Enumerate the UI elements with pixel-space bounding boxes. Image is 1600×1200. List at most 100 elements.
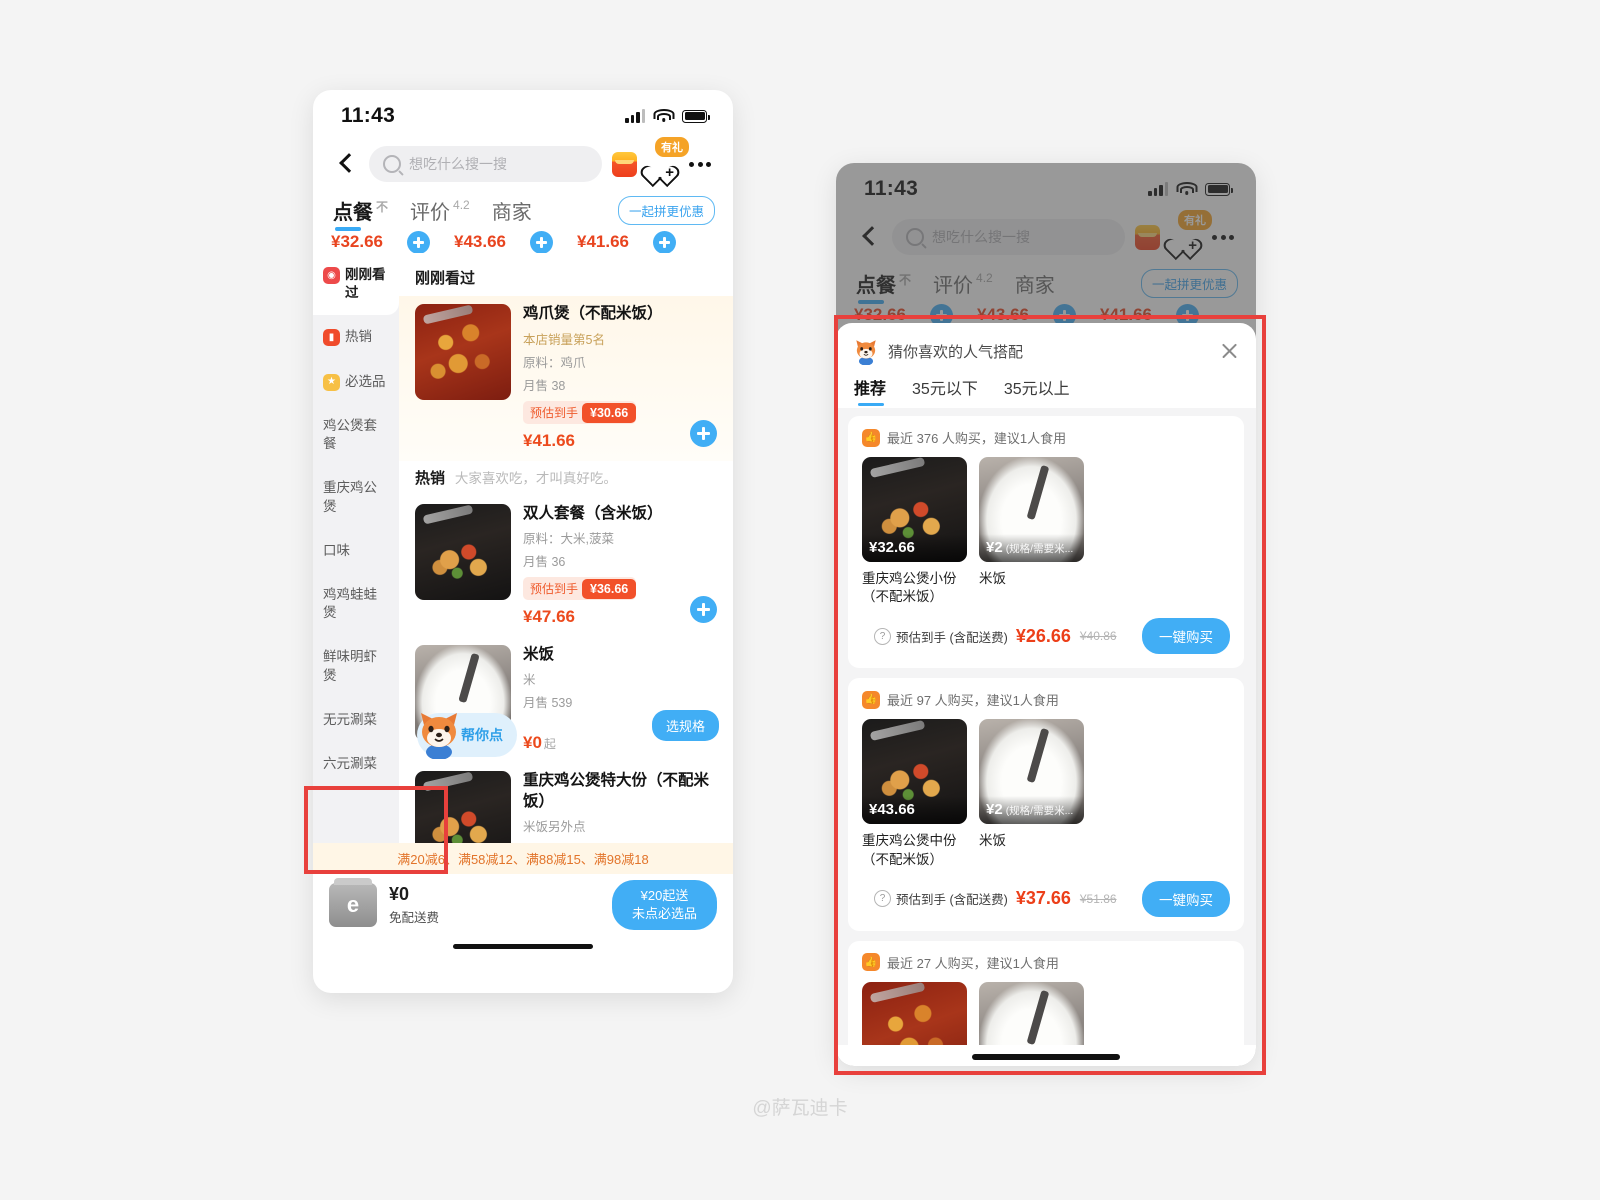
sidebar-item-frog[interactable]: 鸡鸡蛙蛙煲 [313,573,399,635]
tab-order-label: 点餐 [333,202,373,224]
tab-reviews[interactable]: 评价 4.2 [410,196,470,233]
thumbs-up-icon: 👍 [862,428,880,447]
red-packet-icon[interactable] [612,151,637,177]
dish-image [415,504,511,601]
heart-plus-icon: + [637,157,683,188]
sidebar-item-label: 重庆鸡公煲 [323,480,377,514]
sidebar-item-veg-six[interactable]: 六元涮菜 [313,742,399,786]
screenshot-canvas: 11:43 想吃什么搜一搜 有礼 + 点餐 不 评价 4.2 商家 一起拼更优惠… [0,0,1600,1200]
combo-footer-original: ¥51.86 [1079,891,1117,906]
combo-images [862,981,1230,1045]
add-icon[interactable] [653,231,676,253]
dish-monthly-sales: 月售 38 [523,379,566,394]
combo-footer-original: ¥40.86 [1079,629,1117,644]
sheet-tab-under-35[interactable]: 35元以下 [912,375,978,408]
combo-names: 重庆鸡公煲小份（不配米饭） 米饭 [862,570,1230,606]
tab-reviews-rating: 4.2 [453,198,470,212]
add-to-cart-icon[interactable] [690,420,717,448]
dish-price: ¥0 [523,733,542,753]
question-icon[interactable]: ? [874,890,891,908]
favorite-badge: 有礼 [655,137,689,157]
sheet-tab-over-35[interactable]: 35元以上 [1004,375,1070,408]
search-input[interactable]: 想吃什么搜一搜 [369,146,602,182]
cart-icon[interactable]: e [329,878,377,927]
section-heading: 热销 大家喜欢吃，才叫真好吃。 [399,461,733,496]
cellular-signal-icon [625,109,645,123]
dish-row[interactable]: 双人套餐（含米饭） 原料：大米,菠菜 月售 36 预估到手 ¥36.66 ¥47… [399,496,733,637]
dish-row[interactable]: 重庆鸡公煲特大份（不配米饭） 米饭另外点 [399,763,733,843]
one-click-buy-button[interactable]: 一键购买 [1142,618,1230,655]
dish-estimate-badge: 预估到手 ¥36.66 [523,577,637,601]
sidebar-item-chongqing[interactable]: 重庆鸡公煲 [313,466,399,528]
search-icon [383,155,401,173]
sidebar-item-combo[interactable]: 鸡公煲套餐 [313,404,399,466]
sidebar-item-must[interactable]: ★ 必选品 [313,360,399,404]
combo-footer: ? 预估到手 (含配送费) ¥26.66 ¥40.86 一键购买 [862,618,1230,655]
combo-item-price: ¥32.66 [869,539,915,556]
chevron-left-icon[interactable] [333,151,359,177]
dish-price-suffix: 起 [543,737,556,752]
sidebar-item-recent[interactable]: ◉ 刚刚看过 [313,253,399,316]
status-time: 11:43 [341,104,396,127]
favorite-button[interactable]: 有礼 + [637,137,689,188]
sidebar-item-flavor[interactable]: 口味 [313,529,399,573]
combo-meta-text: 最近 27 人购买，建议1人食用 [887,955,1059,971]
dish-name: 鸡爪煲（不配米饭） [523,305,663,322]
more-dots-icon[interactable] [687,161,713,167]
clipped-price-1: ¥32.66 [331,232,383,251]
clipped-price-strip: ¥32.66 ¥43.66 ¥41.66 [313,231,733,253]
combo-item-price-tag: ¥32.66 [862,534,967,562]
sidebar-item-label: 鸡公煲套餐 [323,417,377,452]
wifi-icon [653,109,674,123]
phone-screen-left: 11:43 想吃什么搜一搜 有礼 + 点餐 不 评价 4.2 商家 一起拼更优惠… [313,90,733,993]
sheet-tab-recommended[interactable]: 推荐 [854,375,886,408]
dish-list: 刚刚看过 鸡爪煲（不配米饭） 本店销量第5名 原料：鸡爪 月售 38 预估到手 … [399,253,733,843]
combo-item-name: 重庆鸡公煲小份（不配米饭） [862,571,957,605]
checkout-button[interactable]: ¥20起送 未点必选品 [611,879,717,931]
dish-row[interactable]: 鸡爪煲（不配米饭） 本店销量第5名 原料：鸡爪 月售 38 预估到手 ¥30.6… [399,296,733,462]
sidebar-item-shrimp[interactable]: 鲜味明虾煲 [313,635,399,697]
add-icon[interactable] [407,231,430,253]
dish-image [415,304,511,400]
combo-item-image [862,981,967,1045]
group-buy-button[interactable]: 一起拼更优惠 [617,196,715,225]
question-icon[interactable]: ? [874,627,891,645]
promotion-strip: 满20减6、满58减12、满88减15、满98减18 [313,843,733,874]
tab-merchant[interactable]: 商家 [492,196,532,233]
assistant-help-chip[interactable]: 帮你点 [417,713,517,759]
menu-body: ◉ 刚刚看过 ▮ 热销 ★ 必选品 鸡公煲套餐 重庆鸡公煲 口味 鸡鸡蛙蛙煲 鲜… [313,253,733,843]
thumbs-up-icon: 👍 [862,953,880,972]
battery-icon [682,109,710,123]
section-subtitle: 大家喜欢吃，才叫真好吃。 [454,471,617,487]
delivery-fee-amount: ¥0 [389,884,410,904]
sidebar-item-veg-free[interactable]: 无元涮菜 [313,698,399,742]
tab-order[interactable]: 点餐 不 [333,196,388,233]
combo-card[interactable]: 👍 最近 27 人购买，建议1人食用 [848,940,1244,1045]
combo-footer-price: ¥26.66 [1015,625,1071,646]
combo-images: ¥32.66 ¥2 (规格/需要米... [862,457,1230,562]
combo-meta-text: 最近 376 人购买，建议1人食用 [887,431,1067,446]
section-title: 热销 [415,470,446,488]
sidebar-item-label: 必选品 [345,373,386,389]
assistant-chip-label: 帮你点 [461,727,503,743]
combo-card[interactable]: 👍 最近 97 人购买，建议1人食用 ¥43.66 ¥2 (规格/需要米... … [848,678,1244,931]
select-spec-button[interactable]: 选规格 [651,710,719,742]
combo-item-name: 米饭 [979,833,1006,849]
sidebar-item-label: 鸡鸡蛙蛙煲 [323,586,377,621]
combo-item-image: ¥2 (规格/需要米... [979,457,1084,562]
combo-card[interactable]: 👍 最近 376 人购买，建议1人食用 ¥32.66 ¥2 (规格/需要米...… [848,416,1244,669]
close-icon[interactable] [1218,340,1240,362]
combo-item-note: (规格/需要米... [1005,805,1074,818]
home-indicator [313,936,733,956]
estimate-price: ¥30.66 [582,402,637,423]
phone-screen-right: 11:43 想吃什么搜一搜 有礼 + 点餐 不 [836,163,1256,1066]
add-icon[interactable] [530,231,553,253]
sheet-title: 猜你喜欢的人气搭配 [888,343,1024,361]
tab-reviews-label: 评价 [410,202,451,224]
watermark: @萨瓦迪卡 [752,1098,848,1119]
combo-item-image: ¥2 (规格/需要米... [979,719,1084,825]
status-icons [625,109,710,123]
sidebar-item-hot[interactable]: ▮ 热销 [313,315,399,359]
category-sidebar: ◉ 刚刚看过 ▮ 热销 ★ 必选品 鸡公煲套餐 重庆鸡公煲 口味 鸡鸡蛙蛙煲 鲜… [313,253,399,843]
one-click-buy-button[interactable]: 一键购买 [1142,880,1230,917]
